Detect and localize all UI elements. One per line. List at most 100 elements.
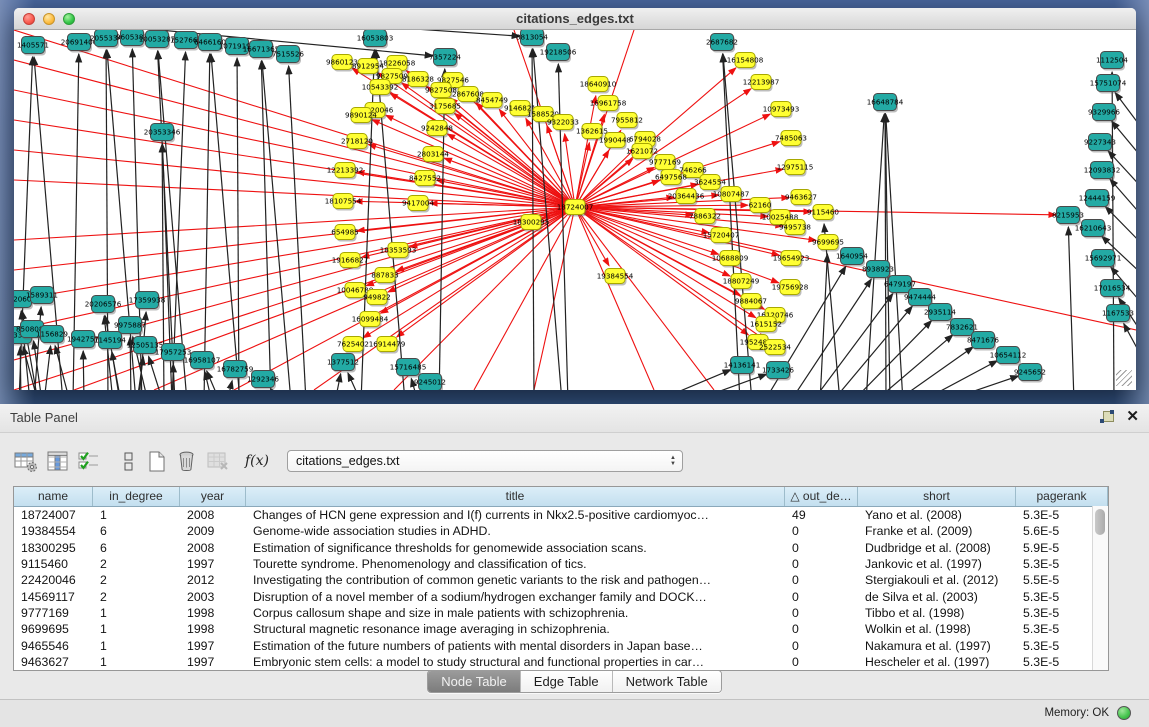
table-row[interactable]: 1830029562008Estimation of significance …: [14, 540, 1108, 556]
graph-node-label: 949822: [363, 293, 390, 302]
cell-year: 1997: [180, 557, 246, 571]
graph-node-label: 9417004: [402, 199, 434, 208]
table-selector-value: citations_edges.txt: [288, 454, 664, 468]
table-panel-titlebar[interactable]: Table Panel ✕: [0, 404, 1149, 433]
graph-node-label: 18724007: [557, 203, 594, 212]
column-header-short[interactable]: short: [858, 487, 1016, 506]
graph-node-label: 1615152: [750, 320, 782, 329]
graph-node-label: 15751074: [1090, 79, 1127, 88]
column-header-out_de[interactable]: △ out_de…: [785, 487, 858, 506]
cell-name: 9777169: [14, 606, 93, 620]
cell-in_degree: 6: [93, 541, 180, 555]
table-panel: Table Panel ✕ f(x) citations_edges.txt ▲…: [0, 404, 1149, 727]
row-mode-icon[interactable]: [115, 448, 141, 474]
show-columns-icon[interactable]: [44, 448, 70, 474]
delete-table-icon[interactable]: [204, 448, 230, 474]
close-panel-icon[interactable]: ✕: [1126, 409, 1139, 424]
table-row[interactable]: 1938455462009Genome-wide association stu…: [14, 523, 1108, 539]
cell-name: 14569117: [14, 590, 93, 604]
graph-node-label: 887833: [371, 271, 398, 280]
memory-status-icon[interactable]: [1117, 706, 1131, 720]
column-header-year[interactable]: year: [180, 487, 246, 506]
graph-node-label: 1377512: [327, 358, 359, 367]
column-header-in_degree[interactable]: in_degree: [93, 487, 180, 506]
graph-node-label: 15716485: [390, 363, 427, 372]
graph-node-label: 12213392: [327, 166, 364, 175]
cell-title: Estimation of the future numbers of pati…: [246, 639, 785, 653]
select-columns-icon[interactable]: [75, 448, 101, 474]
column-header-pagerank[interactable]: pagerank: [1016, 487, 1108, 506]
graph-node-label: 8427552: [409, 174, 441, 183]
cell-title: Estimation of significance thresholds fo…: [246, 541, 785, 555]
cell-in_degree: 1: [93, 655, 180, 669]
table-row[interactable]: 946554611997Estimation of the future num…: [14, 637, 1108, 653]
window-resize-grip[interactable]: [1116, 370, 1132, 386]
table-selector-dropdown[interactable]: citations_edges.txt ▲▼: [287, 450, 683, 472]
graph-node-label: 18640910: [580, 80, 617, 89]
delete-columns-icon[interactable]: [173, 448, 199, 474]
graph-node-label: 15720407: [703, 231, 740, 240]
table-row[interactable]: 911546021997Tourette syndrome. Phenomeno…: [14, 556, 1108, 572]
graph-node-label: 7886322: [689, 212, 721, 221]
table-row[interactable]: 946362711997Embryonic stem cells: a mode…: [14, 654, 1108, 670]
table-row[interactable]: 1456911722003Disruption of a novel membe…: [14, 588, 1108, 604]
graph-node-label: 9777169: [649, 158, 681, 167]
graph-node-label: 18107554: [325, 197, 362, 206]
graph-node-label: 7357224: [429, 53, 461, 62]
graph-node-label: 9890124: [345, 111, 377, 120]
new-column-icon[interactable]: [143, 448, 169, 474]
graph-node-label: 14136141: [724, 361, 761, 370]
graph-node-label: 18226058: [379, 59, 416, 68]
cell-name: 18300295: [14, 541, 93, 555]
graph-node-label: 18300295: [513, 218, 550, 227]
cell-name: 9699695: [14, 622, 93, 636]
graph-node-label: 16053803: [357, 34, 394, 43]
cell-year: 1998: [180, 622, 246, 636]
graph-node-label: 10973493: [763, 105, 800, 114]
table-row[interactable]: 1872400712008Changes of HCN gene express…: [14, 507, 1108, 523]
column-header-name[interactable]: name: [14, 487, 93, 506]
graph-node-label: 18807249: [723, 277, 760, 286]
table-row[interactable]: 969969511998Structural magnetic resonanc…: [14, 621, 1108, 637]
graph-node-label: 2803144: [417, 150, 449, 159]
cell-title: Changes of HCN gene expression and I(f) …: [246, 508, 785, 522]
scrollbar-thumb[interactable]: [1095, 509, 1105, 535]
cell-out_de: 0: [785, 622, 858, 636]
tab-network-table[interactable]: Network Table: [613, 671, 721, 692]
citation-network-graph[interactable]: 1872400798601238912954182260589827509105…: [14, 30, 1136, 390]
cell-short: Jankovic et al. (1997): [858, 557, 1016, 571]
graph-node-label: 9474444: [904, 293, 936, 302]
graph-node-label: 16154808: [727, 56, 764, 65]
network-view-canvas[interactable]: 1872400798601238912954182260589827509105…: [14, 30, 1136, 390]
cell-short: de Silva et al. (2003): [858, 590, 1016, 604]
cell-out_de: 0: [785, 524, 858, 538]
graph-node-label: 12975115: [777, 163, 814, 172]
cell-year: 2008: [180, 541, 246, 555]
table-row[interactable]: 977716911998Corpus callosum shape and si…: [14, 605, 1108, 621]
graph-node-label: 1733426: [762, 366, 794, 375]
graph-node-label: 1145194: [94, 336, 126, 345]
window-title: citations_edges.txt: [14, 11, 1136, 26]
function-builder-icon[interactable]: f(x): [244, 448, 270, 474]
graph-node-label: 12093832: [1084, 166, 1121, 175]
graph-node-label: 8186328: [402, 75, 434, 84]
tab-edge-table[interactable]: Edge Table: [521, 671, 613, 692]
tab-node-table[interactable]: Node Table: [428, 671, 521, 692]
cell-name: 9465546: [14, 639, 93, 653]
column-header-title[interactable]: title: [246, 487, 785, 506]
status-bar: Memory: OK: [0, 699, 1149, 727]
graph-node-label: 1167533: [1102, 309, 1134, 318]
table-toolbar: f(x) citations_edges.txt ▲▼: [0, 446, 1149, 478]
node-table: namein_degreeyeartitle△ out_de…shortpage…: [13, 486, 1109, 671]
cell-year: 1997: [180, 639, 246, 653]
table-scrollbar[interactable]: [1092, 506, 1108, 670]
graph-node-label: 9699695: [812, 238, 844, 247]
graph-node-label: 2687682: [706, 38, 738, 47]
float-panel-icon[interactable]: [1100, 410, 1114, 424]
network-window-titlebar[interactable]: citations_edges.txt: [14, 8, 1136, 30]
graph-node-label: 3175685: [429, 102, 461, 111]
cell-title: Investigating the contribution of common…: [246, 573, 785, 587]
table-settings-icon[interactable]: [12, 448, 38, 474]
cell-title: Structural magnetic resonance image aver…: [246, 622, 785, 636]
table-row[interactable]: 2242004622012Investigating the contribut…: [14, 572, 1108, 588]
